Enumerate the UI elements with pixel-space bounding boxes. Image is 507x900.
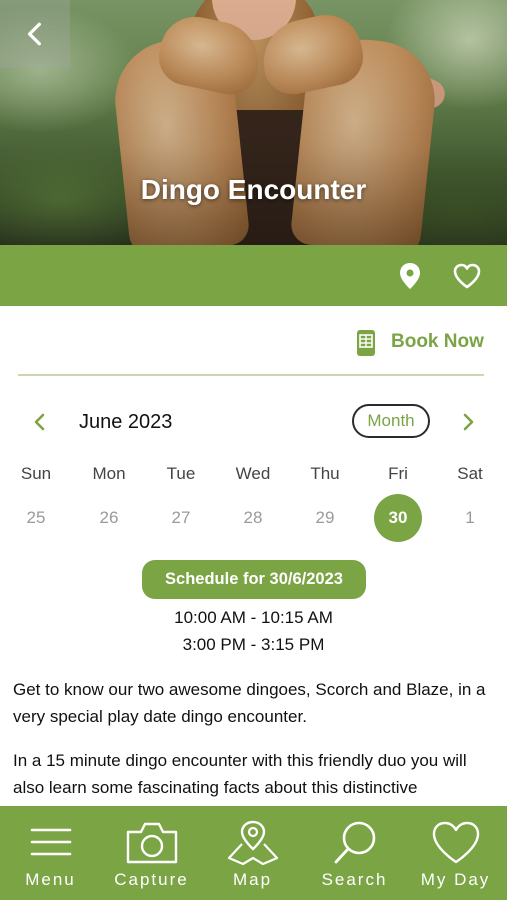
nav-item-menu[interactable]: Menu xyxy=(0,806,101,900)
map-pin-icon[interactable] xyxy=(398,262,422,290)
back-button[interactable] xyxy=(0,0,70,68)
chevron-left-icon xyxy=(27,22,41,46)
calendar-day[interactable]: 27 xyxy=(145,508,217,528)
calendar-day[interactable]: 28 xyxy=(217,508,289,528)
hero-shade xyxy=(0,0,507,245)
weekday-label: Wed xyxy=(235,464,271,483)
booking-icon xyxy=(357,330,375,356)
map-icon xyxy=(227,820,278,866)
heart-outline-icon[interactable] xyxy=(452,262,482,290)
book-now-button[interactable]: Book Now xyxy=(0,326,507,362)
weekday-label: Sun xyxy=(20,464,52,483)
weekday-label: Thu xyxy=(310,464,340,483)
calendar-day[interactable]: 1 xyxy=(434,508,506,528)
nav-item-my-day[interactable]: My Day xyxy=(405,806,506,900)
selected-day-circle: 30 xyxy=(374,494,422,542)
nav-label: Map xyxy=(232,870,273,889)
description-paragraph: In a 15 minute dingo encounter with this… xyxy=(13,751,467,797)
weekday-label: Mon xyxy=(92,464,126,483)
nav-item-map[interactable]: Map xyxy=(202,806,303,900)
hero-image: Dingo Encounter xyxy=(0,0,507,245)
schedule-badge: Schedule for 30/6/2023 xyxy=(142,560,366,599)
nav-item-search[interactable]: Search xyxy=(304,806,405,900)
chevron-left-icon[interactable] xyxy=(28,410,52,434)
schedule-times: 10:00 AM - 10:15 AM 3:00 PM - 3:15 PM xyxy=(0,604,507,658)
divider xyxy=(18,374,484,376)
calendar-mode-button[interactable]: Month xyxy=(352,404,430,438)
calendar-day[interactable]: 25 xyxy=(0,508,72,528)
nav-label: Search xyxy=(321,870,388,889)
heart-outline-icon xyxy=(432,821,479,864)
calendar-days: 25 26 27 28 29 30 1 xyxy=(0,494,507,542)
action-bar xyxy=(0,245,507,306)
hamburger-menu-icon xyxy=(30,828,71,856)
calendar-day[interactable]: 26 xyxy=(73,508,145,528)
calendar-month-label: June 2023 xyxy=(79,411,173,433)
weekday-label: Fri xyxy=(388,464,408,483)
description: Get to know our two awesome dingoes, Sco… xyxy=(13,676,497,806)
schedule-time: 10:00 AM - 10:15 AM xyxy=(174,608,333,627)
calendar-day-selected[interactable]: 30 xyxy=(362,494,434,542)
nav-item-capture[interactable]: Capture xyxy=(101,806,202,900)
search-icon xyxy=(334,821,375,864)
description-scroll-area[interactable]: Get to know our two awesome dingoes, Sco… xyxy=(0,676,507,806)
camera-icon xyxy=(126,822,177,864)
description-paragraph: Get to know our two awesome dingoes, Sco… xyxy=(13,680,486,726)
nav-label: Menu xyxy=(25,870,76,889)
weekday-label: Tue xyxy=(166,464,196,483)
page-title: Dingo Encounter xyxy=(140,174,367,205)
book-now-label: Book Now xyxy=(391,331,484,352)
chevron-right-icon[interactable] xyxy=(456,410,480,434)
calendar-weekdays: Sun Mon Tue Wed Thu Fri Sat xyxy=(0,464,507,488)
bottom-nav: Menu Capture Map Search My Day xyxy=(0,806,507,900)
weekday-label: Sat xyxy=(457,464,483,483)
nav-label: Capture xyxy=(114,870,189,889)
schedule-time: 3:00 PM - 3:15 PM xyxy=(182,635,325,654)
calendar-day[interactable]: 29 xyxy=(289,508,361,528)
calendar-header: June 2023 Month xyxy=(0,402,507,442)
nav-label: My Day xyxy=(420,870,491,889)
